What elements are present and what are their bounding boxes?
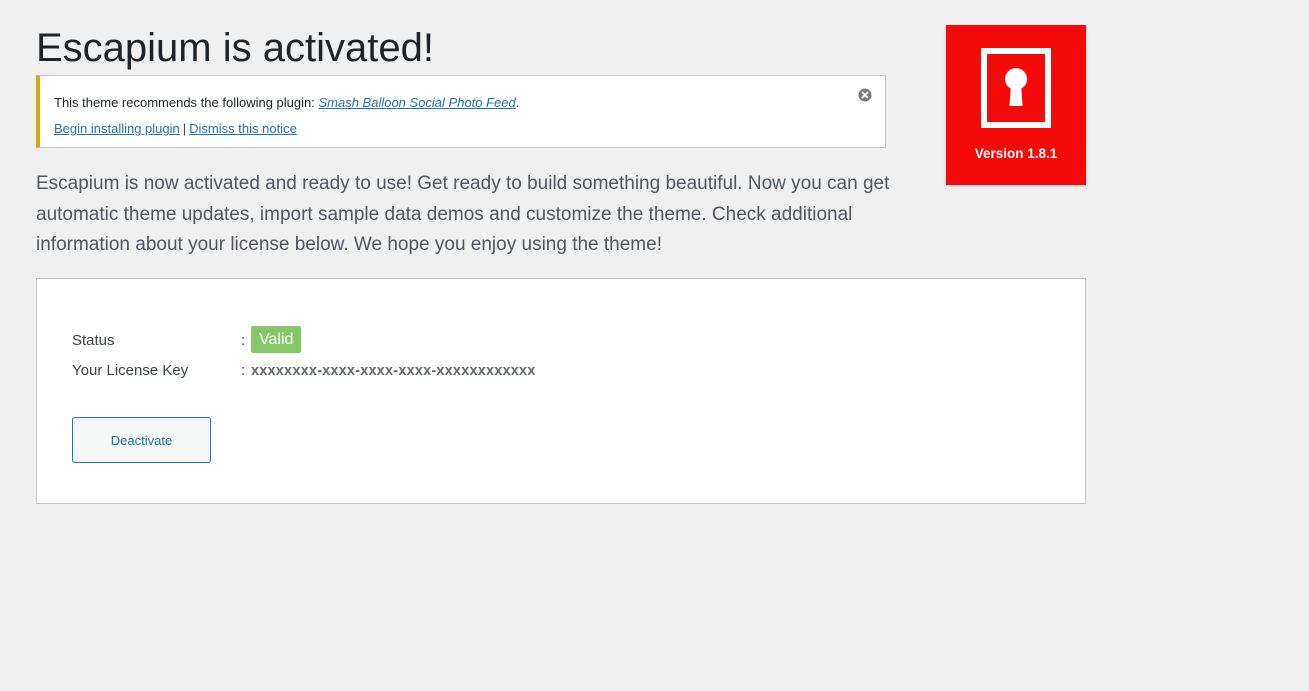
- status-label: Status: [72, 332, 115, 349]
- notice-text-suffix: .: [515, 95, 520, 110]
- deactivate-button[interactable]: Deactivate: [72, 417, 211, 463]
- page-title: Escapium is activated!: [36, 26, 434, 70]
- license-panel: Status : Valid Your License Key : xxxxxx…: [36, 278, 1086, 504]
- begin-installing-plugin-link[interactable]: Begin installing plugin: [54, 121, 180, 136]
- license-key-colon: :: [241, 362, 246, 379]
- license-key-label: Your License Key: [72, 362, 189, 379]
- notice-actions: Begin installing plugin | Dismiss this not…: [54, 121, 297, 136]
- version-label: Version 1.8.1: [974, 146, 1058, 161]
- notice-text-prefix: This theme recommends the following plug…: [54, 95, 319, 110]
- license-key-value: xxxxxxxx-xxxx-xxxx-xxxx-xxxxxxxxxxxx: [251, 363, 536, 379]
- plugin-link[interactable]: Smash Balloon Social Photo Feed: [318, 95, 515, 110]
- theme-version-badge: Version 1.8.1: [946, 25, 1086, 185]
- plugin-recommendation-notice: This theme recommends the following plug…: [36, 75, 886, 148]
- notice-message: This theme recommends the following plug…: [54, 95, 519, 110]
- close-circle-icon[interactable]: [858, 88, 872, 102]
- status-colon: :: [241, 332, 246, 349]
- dismiss-notice-link[interactable]: Dismiss this notice: [189, 121, 297, 136]
- intro-paragraph: Escapium is now activated and ready to u…: [36, 173, 890, 255]
- notice-separator: |: [182, 121, 187, 136]
- theme-activation-page: Escapium is activated! This theme recomm…: [0, 0, 1309, 691]
- keyhole-door-icon: [981, 48, 1051, 128]
- status-badge: Valid: [251, 326, 302, 353]
